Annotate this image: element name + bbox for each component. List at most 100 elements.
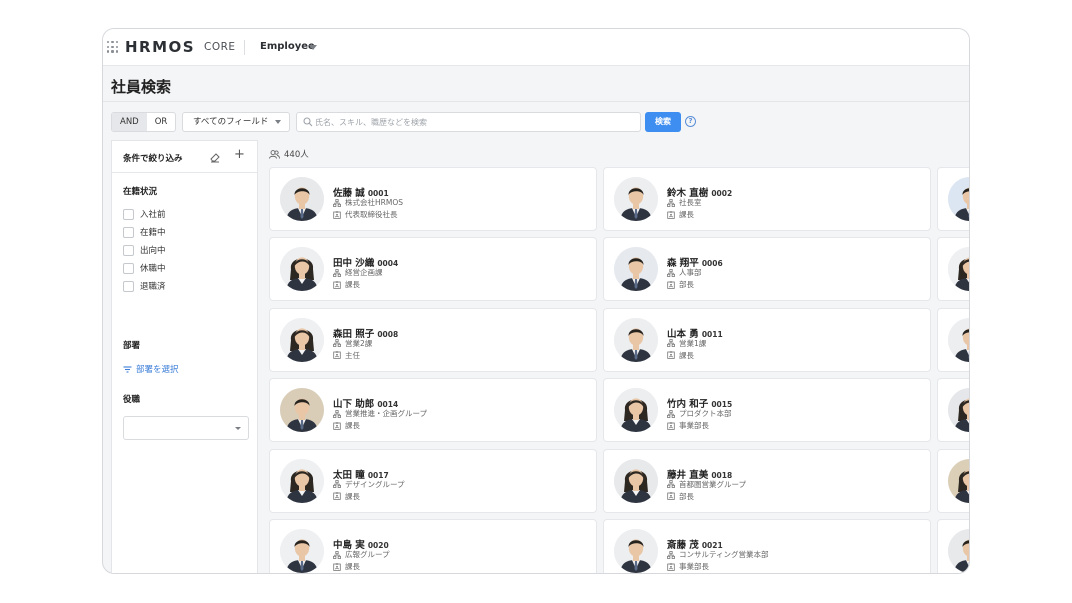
employee-dept-label: コンサルティング営業本部 bbox=[679, 550, 769, 559]
search-input[interactable] bbox=[315, 114, 635, 130]
status-checkbox[interactable]: 退職済 bbox=[123, 280, 166, 292]
employee-card[interactable]: 森 翔平 0006 人事部 部長 bbox=[603, 237, 931, 302]
role-select[interactable] bbox=[123, 416, 249, 440]
and-toggle[interactable]: AND bbox=[112, 113, 147, 131]
avatar bbox=[614, 388, 658, 433]
employee-card-partial[interactable] bbox=[937, 307, 969, 372]
employee-card[interactable]: 藤井 直美 0018 首都圏営業グループ 部長 bbox=[603, 448, 931, 513]
checkbox[interactable] bbox=[123, 244, 134, 256]
select-dept-link[interactable]: 部署を選択 bbox=[123, 363, 179, 375]
employee-card-partial[interactable] bbox=[937, 167, 969, 231]
org-icon bbox=[333, 268, 341, 277]
employee-card[interactable]: 山下 助郎 0014 営業推進・企画グループ 課長 bbox=[269, 378, 597, 443]
employee-role-label: 部長 bbox=[679, 280, 694, 290]
avatar bbox=[948, 458, 969, 503]
result-count: 440人 bbox=[269, 148, 309, 160]
employee-role-label: 課長 bbox=[345, 562, 360, 571]
status-checkbox[interactable]: 在籍中 bbox=[123, 226, 166, 238]
employee-card[interactable]: 竹内 和子 0015 プロダクト本部 事業部長 bbox=[603, 378, 931, 443]
status-checkbox[interactable]: 休職中 bbox=[123, 262, 166, 274]
search-box[interactable] bbox=[296, 112, 641, 132]
checkbox-label: 在籍中 bbox=[140, 228, 166, 238]
checkbox[interactable] bbox=[123, 226, 134, 238]
checkbox[interactable] bbox=[123, 208, 134, 220]
or-toggle[interactable]: OR bbox=[147, 113, 176, 131]
employee-dept: 営業2課 bbox=[333, 338, 372, 349]
status-checkbox[interactable]: 出向中 bbox=[123, 244, 166, 256]
avatar bbox=[614, 247, 658, 292]
employee-card[interactable]: 山本 勇 0011 営業1課 課長 bbox=[603, 307, 931, 372]
dept-section-title: 部署 bbox=[123, 341, 141, 351]
employee-card-partial[interactable] bbox=[937, 378, 969, 443]
employee-dept-label: デザイングループ bbox=[345, 479, 405, 489]
help-icon[interactable]: ? bbox=[685, 116, 696, 127]
employee-card-partial[interactable] bbox=[937, 448, 969, 513]
avatar bbox=[614, 529, 658, 573]
employee-dept-label: プロダクト本部 bbox=[679, 409, 732, 419]
avatar-photo bbox=[614, 529, 658, 573]
badge-icon bbox=[333, 351, 341, 360]
avatar bbox=[614, 317, 658, 362]
avatar bbox=[948, 529, 969, 573]
employee-card[interactable]: 佐藤 誠 0001 株式会社HRMOS 代表取締役社長 bbox=[269, 167, 597, 231]
badge-icon bbox=[333, 421, 341, 430]
badge-icon bbox=[667, 351, 675, 360]
avatar-photo bbox=[948, 458, 969, 503]
search-icon bbox=[303, 117, 313, 127]
employee-role: 部長 bbox=[667, 279, 694, 290]
page-title: 社員検索 bbox=[111, 78, 172, 96]
badge-icon bbox=[333, 562, 341, 571]
employee-dept-label: 営業2課 bbox=[345, 338, 373, 348]
employee-card[interactable]: 中島 実 0020 広報グループ 課長 bbox=[269, 519, 597, 573]
employee-card[interactable]: 森田 照子 0008 営業2課 主任 bbox=[269, 307, 597, 372]
employee-role-label: 部長 bbox=[679, 491, 694, 501]
employee-dept: 首都圏営業グループ bbox=[667, 479, 746, 490]
add-filter-icon[interactable]: + bbox=[234, 147, 245, 162]
org-icon bbox=[333, 198, 341, 207]
avatar bbox=[948, 247, 969, 292]
employee-role: 課長 bbox=[667, 209, 694, 220]
employee-role: 事業部長 bbox=[667, 420, 709, 431]
employee-card[interactable]: 鈴木 直樹 0002 社長室 課長 bbox=[603, 167, 931, 231]
avatar bbox=[614, 177, 658, 221]
avatar-photo bbox=[280, 317, 324, 362]
app-switcher[interactable]: Employee bbox=[260, 41, 315, 52]
employee-dept-label: 営業1課 bbox=[679, 338, 707, 348]
chevron-down-icon[interactable] bbox=[309, 45, 317, 50]
employee-role: 代表取締役社長 bbox=[333, 209, 398, 220]
status-checkbox[interactable]: 入社前 bbox=[123, 208, 166, 220]
badge-icon bbox=[333, 492, 341, 500]
filter-title: 条件で絞り込み bbox=[123, 154, 183, 164]
employee-role-label: 課長 bbox=[679, 210, 694, 219]
avatar-photo bbox=[614, 317, 658, 362]
avatar bbox=[280, 529, 324, 573]
employee-dept: 営業推進・企画グループ bbox=[333, 408, 427, 419]
employee-card[interactable]: 太田 瞳 0017 デザイングループ 課長 bbox=[269, 448, 597, 513]
employee-card[interactable]: 斎藤 茂 0021 コンサルティング営業本部 事業部長 bbox=[603, 519, 931, 573]
employee-role: 事業部長 bbox=[667, 561, 709, 572]
employee-card[interactable]: 田中 沙織 0004 経営企画課 課長 bbox=[269, 237, 597, 302]
logo[interactable]: HRMOS bbox=[125, 38, 195, 56]
app-grid-icon[interactable] bbox=[107, 41, 119, 53]
search-button[interactable]: 検索 bbox=[645, 112, 681, 132]
checkbox[interactable] bbox=[123, 280, 134, 292]
divider bbox=[244, 40, 245, 55]
people-icon bbox=[269, 149, 280, 159]
employee-dept: 株式会社HRMOS bbox=[333, 197, 403, 208]
eraser-icon[interactable] bbox=[209, 151, 221, 163]
avatar-photo bbox=[948, 317, 969, 362]
checkbox-label: 休職中 bbox=[140, 264, 166, 274]
employee-card-partial[interactable] bbox=[937, 519, 969, 573]
employee-role-label: 課長 bbox=[345, 280, 360, 290]
badge-icon bbox=[333, 210, 341, 219]
caret-down-icon bbox=[235, 427, 241, 430]
field-select[interactable]: すべてのフィールド bbox=[182, 112, 290, 132]
logic-toggle[interactable]: AND OR bbox=[111, 112, 177, 132]
employee-role-label: 事業部長 bbox=[679, 562, 709, 571]
employee-dept-label: 人事部 bbox=[679, 268, 702, 278]
logo-sub: CORE bbox=[204, 41, 236, 53]
checkbox[interactable] bbox=[123, 262, 134, 274]
org-icon bbox=[333, 409, 341, 418]
avatar-photo bbox=[280, 529, 324, 573]
employee-card-partial[interactable] bbox=[937, 237, 969, 302]
